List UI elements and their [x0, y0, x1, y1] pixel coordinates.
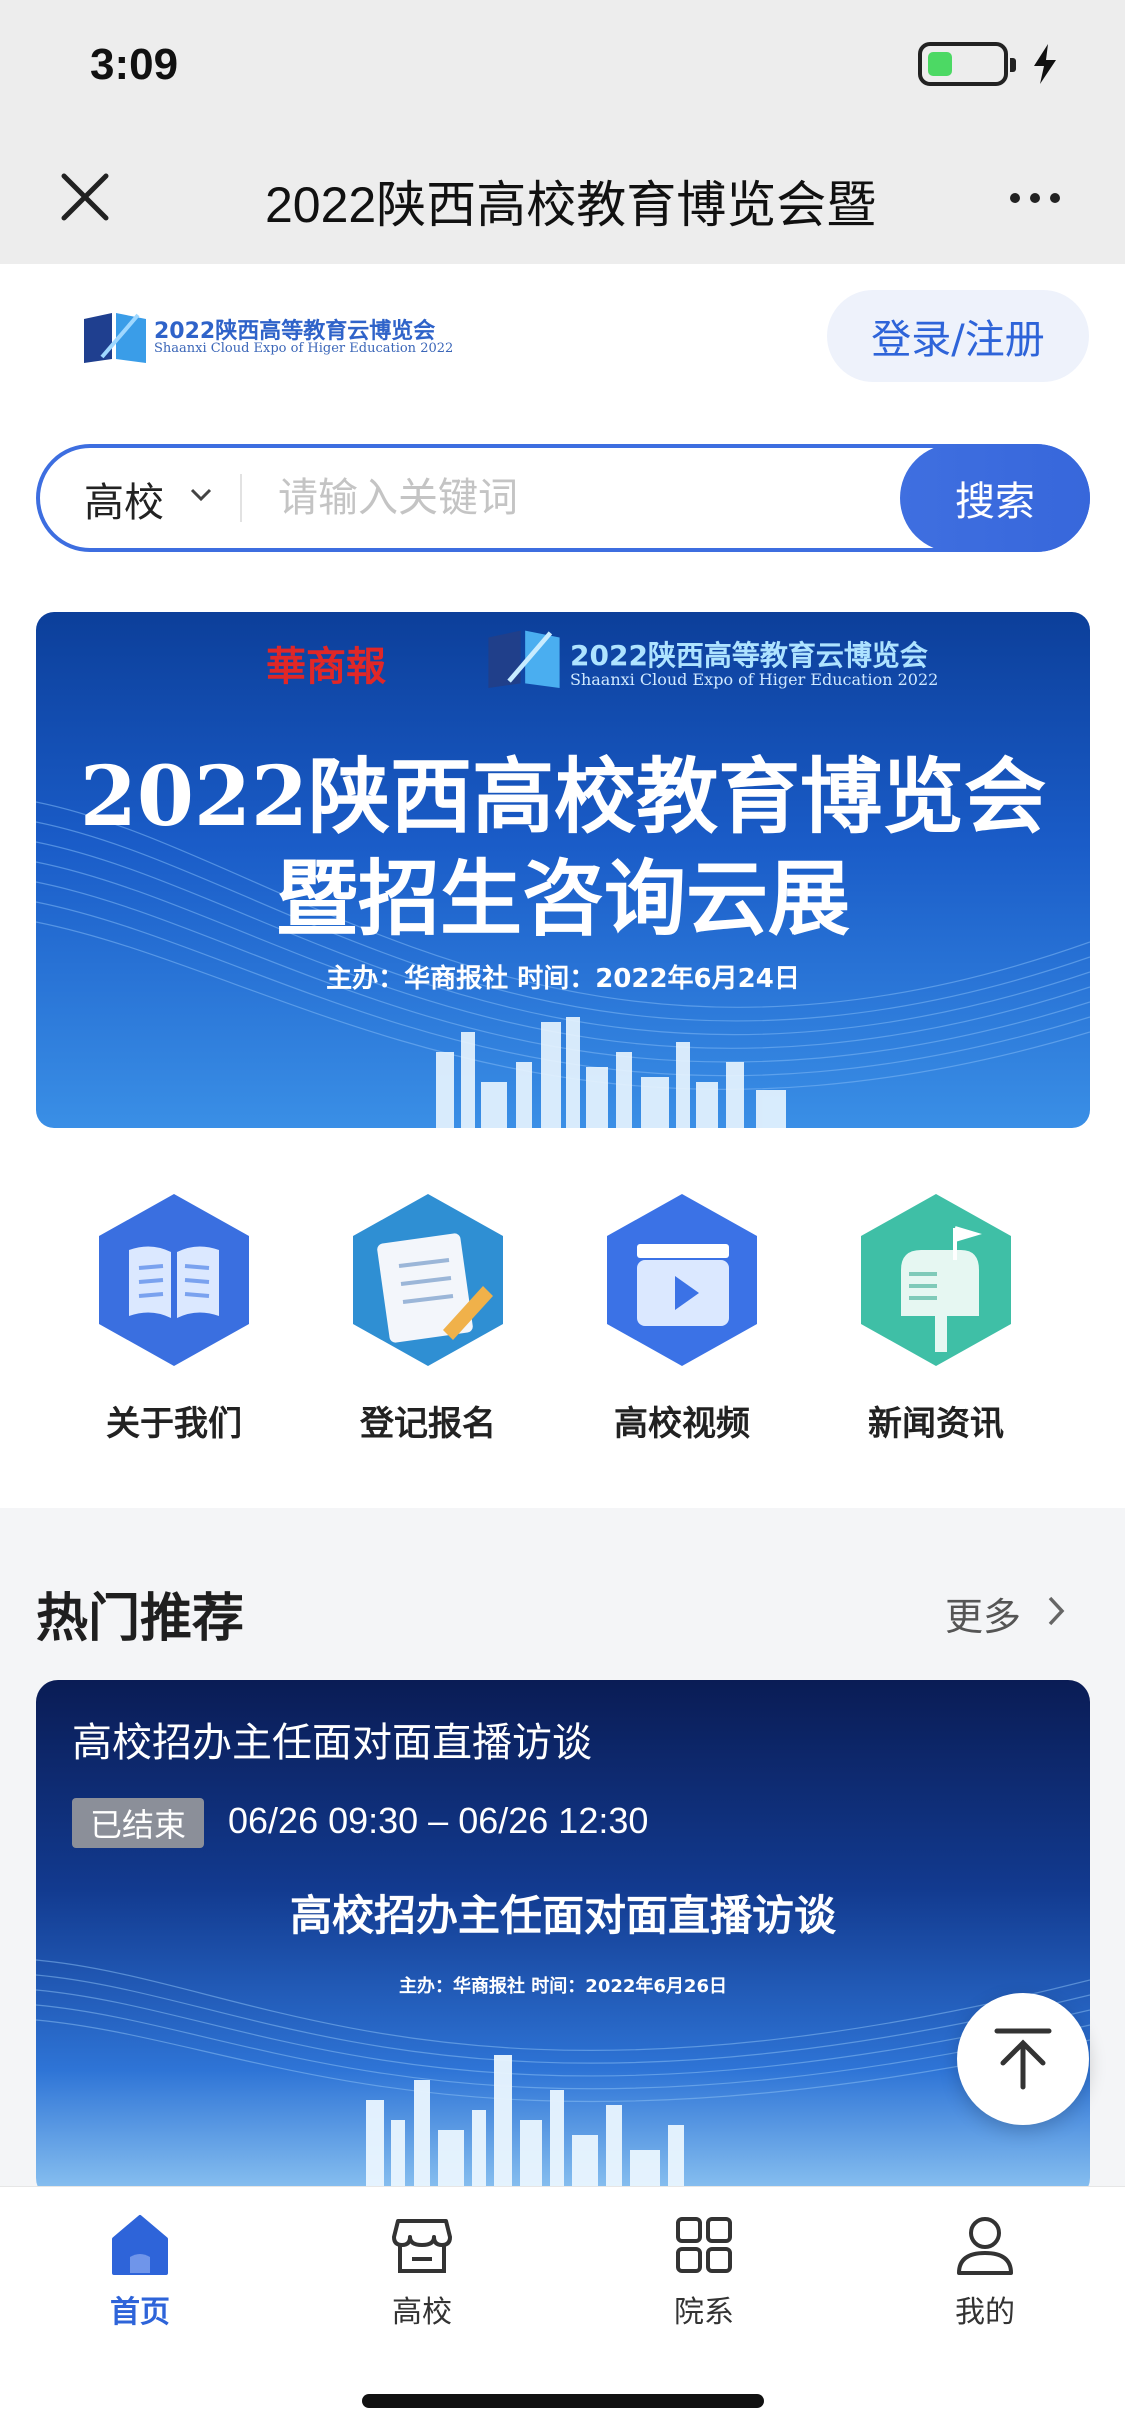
banner-logo-subtitle: Shaanxi Cloud Expo of Higer Education 20…: [570, 670, 939, 689]
card-title: 高校招办主任面对面直播访谈: [72, 1720, 592, 1766]
search-divider: [240, 474, 242, 522]
tab-departments[interactable]: 院系: [604, 2213, 804, 2333]
banner-subtitle: 主办：华商报社 时间：2022年6月24日: [326, 964, 800, 994]
banner-logo-title: 2022陕西高等教育云博览会: [570, 639, 928, 672]
top-bar: 3:09 2022陕西高校教育博览会暨: [0, 0, 1125, 264]
banner-expo-logo: 2022陕西高等教育云博览会 Shaanxi Cloud Expo of Hig…: [486, 626, 938, 692]
close-icon[interactable]: [58, 170, 112, 224]
chevron-right-icon[interactable]: [1046, 1594, 1068, 1628]
charging-bolt-icon: [1034, 44, 1056, 84]
grid-item-about-us[interactable]: 关于我们: [74, 1190, 274, 1450]
hero-banner[interactable]: 華商報 2022陕西高等教育云博览会 Shaanxi Cloud Expo of…: [36, 612, 1090, 1128]
huashang-brand-logo: 華商報: [266, 643, 386, 690]
status-badge: 已结束: [72, 1798, 204, 1848]
grid-label: 新闻资讯: [868, 1404, 1004, 1444]
chevron-down-icon[interactable]: [190, 488, 212, 502]
tab-label: 高校: [392, 2295, 452, 2330]
tab-label: 院系: [674, 2295, 734, 2330]
live-interview-card[interactable]: 高校招办主任面对面直播访谈 已结束 06/26 09:30 – 06/26 12…: [36, 1680, 1090, 2200]
grid-label: 登记报名: [360, 1404, 496, 1444]
tab-home[interactable]: 首页: [40, 2213, 240, 2333]
more-link[interactable]: 更多: [945, 1586, 1021, 1641]
tab-colleges[interactable]: 高校: [322, 2213, 522, 2333]
tab-label: 我的: [955, 2295, 1015, 2330]
arrow-up-icon: [994, 2028, 1052, 2090]
page-title: 2022陕西高校教育博览会暨: [265, 177, 877, 233]
notepad-icon: [353, 1194, 503, 1366]
search-button[interactable]: 搜索: [900, 444, 1090, 552]
status-time: 3:09: [90, 40, 179, 89]
expo-logo: 2022陕西高等教育云博览会 Shaanxi Cloud Expo of Hig…: [82, 307, 453, 365]
book-logo-icon: [84, 313, 146, 363]
grid-item-news[interactable]: 新闻资讯: [836, 1190, 1036, 1450]
grid-icon: [676, 2217, 732, 2273]
home-indicator: [362, 2394, 764, 2408]
card-poster-title: 高校招办主任面对面直播访谈: [289, 1891, 836, 1940]
mailbox-icon: [861, 1194, 1011, 1366]
video-icon: [607, 1194, 757, 1366]
search-category[interactable]: 高校: [84, 470, 164, 528]
scroll-to-top-button[interactable]: [957, 1993, 1089, 2125]
store-icon: [392, 2219, 452, 2273]
card-time-range: 06/26 09:30 – 06/26 12:30: [228, 1800, 649, 1841]
grid-item-college-videos[interactable]: 高校视频: [582, 1190, 782, 1450]
user-icon: [957, 2217, 1013, 2275]
logo-subtitle: Shaanxi Cloud Expo of Higer Education 20…: [154, 341, 454, 356]
search-input[interactable]: [278, 468, 878, 528]
more-options-icon[interactable]: [1010, 188, 1070, 208]
card-poster-subtitle: 主办：华商报社 时间：2022年6月26日: [399, 1976, 727, 1997]
login-register-button[interactable]: 登录/注册: [827, 290, 1089, 382]
tab-label: 首页: [110, 2295, 170, 2330]
battery-icon: [918, 42, 1016, 86]
book-icon: [99, 1194, 249, 1366]
grid-label: 高校视频: [614, 1404, 750, 1444]
grid-item-registration[interactable]: 登记报名: [328, 1190, 528, 1450]
search-bar: 高校 搜索: [36, 444, 1090, 552]
tab-profile[interactable]: 我的: [885, 2213, 1085, 2333]
book-logo-icon: [488, 630, 560, 688]
banner-title-line2: 暨招生咨询云展: [275, 851, 850, 947]
section-title: 热门推荐: [36, 1589, 245, 1649]
home-icon: [112, 2215, 168, 2275]
grid-label: 关于我们: [106, 1404, 242, 1444]
